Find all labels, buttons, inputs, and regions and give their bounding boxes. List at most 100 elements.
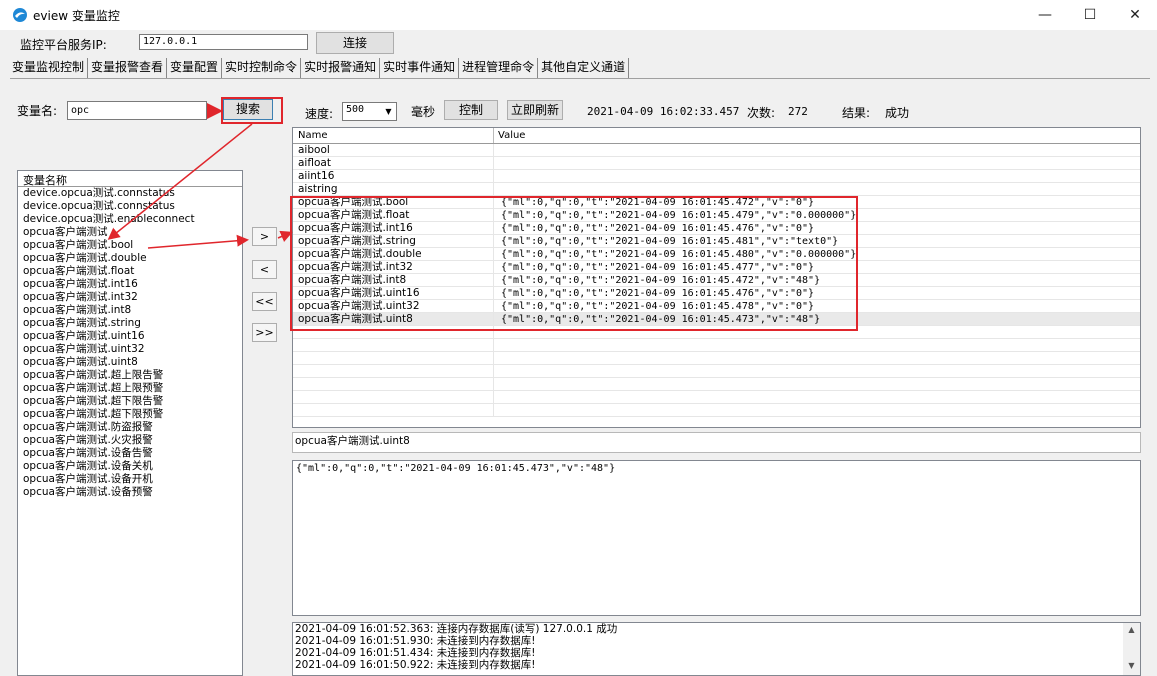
table-cell-name: aibool [298, 144, 330, 156]
tab-custom-channel[interactable]: 其他自定义通道 [538, 58, 630, 78]
remove-all-button[interactable]: << [252, 292, 277, 311]
scroll-down-icon[interactable]: ▼ [1123, 661, 1140, 670]
variable-list-item[interactable]: opcua客户端测试.超上限预警 [18, 382, 242, 395]
table-row-empty [293, 404, 1140, 417]
table-row-empty [293, 352, 1140, 365]
variable-list-item[interactable]: opcua客户端测试.设备告警 [18, 447, 242, 460]
variable-list-item[interactable]: opcua客户端测试.超下限告警 [18, 395, 242, 408]
variable-list[interactable]: 变量名称 device.opcua测试.connstatus device.opc… [17, 170, 243, 676]
variable-list-item[interactable]: opcua客户端测试.设备预警 [18, 486, 242, 499]
count-value: 272 [788, 105, 808, 118]
close-button[interactable]: ✕ [1112, 0, 1157, 30]
column-header-value[interactable]: Value [498, 128, 525, 143]
table-row[interactable]: aiint16 [293, 170, 1140, 183]
search-button[interactable]: 搜索 [223, 99, 273, 120]
variable-list-item[interactable]: opcua客户端测试.uint16 [18, 330, 242, 343]
remove-selected-button[interactable]: < [252, 260, 277, 279]
variable-list-item[interactable]: opcua客户端测试.uint8 [18, 356, 242, 369]
column-separator [493, 339, 494, 352]
variable-name-label: 变量名: [17, 104, 58, 118]
table-cell-name: aistring [298, 183, 338, 195]
column-separator [493, 144, 494, 157]
speed-label: 速度: [305, 107, 334, 121]
variable-list-item[interactable]: device.opcua测试.enableconnect [18, 213, 242, 226]
tab-variable-monitor[interactable]: 变量监视控制 [10, 58, 89, 78]
log-scrollbar[interactable]: ▲ ▼ [1123, 623, 1140, 675]
table-row[interactable]: aistring [293, 183, 1140, 196]
monitor-table-header: Name Value [293, 128, 1140, 144]
refresh-now-button[interactable]: 立即刷新 [507, 100, 563, 120]
title-bar: eview 变量监控 — ☐ ✕ [0, 0, 1157, 30]
variable-list-item[interactable]: opcua客户端测试.int32 [18, 291, 242, 304]
scroll-up-icon[interactable]: ▲ [1123, 625, 1140, 634]
server-ip-input[interactable]: 127.0.0.1 [139, 34, 308, 50]
table-row-empty [293, 391, 1140, 404]
column-separator [493, 157, 494, 170]
table-row-empty [293, 365, 1140, 378]
tab-process-command[interactable]: 进程管理命令 [459, 58, 539, 78]
variable-list-item[interactable]: opcua客户端测试.设备关机 [18, 460, 242, 473]
table-cell-name: aiint16 [298, 170, 335, 182]
column-header-name[interactable]: Name [293, 128, 494, 143]
tab-realtime-event[interactable]: 实时事件通知 [380, 58, 460, 78]
column-separator [493, 170, 494, 183]
variable-list-item[interactable]: device.opcua测试.connstatus [18, 187, 242, 200]
variable-list-item[interactable]: opcua客户端测试.string [18, 317, 242, 330]
variable-list-item[interactable]: opcua客户端测试.防盗报警 [18, 421, 242, 434]
tab-alarm-view[interactable]: 变量报警查看 [88, 58, 168, 78]
tab-realtime-alarm[interactable]: 实时报警通知 [301, 58, 381, 78]
speed-select[interactable]: 500 ▼ [342, 102, 397, 121]
result-value: 成功 [885, 106, 910, 120]
variable-list-item[interactable]: opcua客户端测试.超上限告警 [18, 369, 242, 382]
log-line: 2021-04-09 16:01:52.363: 连接内存数据库(读写) 127… [295, 623, 618, 635]
variable-list-item[interactable]: opcua客户端测试.设备开机 [18, 473, 242, 486]
variable-list-item[interactable]: opcua客户端测试.int16 [18, 278, 242, 291]
log-panel[interactable]: 2021-04-09 16:01:52.363: 连接内存数据库(读写) 127… [292, 622, 1141, 676]
search-input[interactable]: opc [67, 101, 207, 120]
variable-list-item[interactable]: opcua客户端测试.int8 [18, 304, 242, 317]
log-line: 2021-04-09 16:01:51.930: 未连接到内存数据库! [295, 635, 536, 647]
app-logo-icon [13, 8, 27, 22]
variable-list-header[interactable]: 变量名称 [18, 171, 242, 187]
server-ip-label: 监控平台服务IP: [20, 38, 107, 52]
log-lines: 2021-04-09 16:01:52.363: 连接内存数据库(读写) 127… [293, 623, 1140, 671]
minimize-button[interactable]: — [1022, 0, 1068, 30]
selected-variable-value[interactable]: {"ml":0,"q":0,"t":"2021-04-09 16:01:45.4… [292, 460, 1141, 616]
maximize-button[interactable]: ☐ [1067, 0, 1113, 30]
log-line: 2021-04-09 16:01:51.434: 未连接到内存数据库! [295, 647, 536, 659]
variable-list-rows: device.opcua测试.connstatus device.opcua测试.… [18, 187, 242, 499]
selected-variable-name[interactable]: opcua客户端测试.uint8 [292, 432, 1141, 453]
add-all-button[interactable]: >> [252, 323, 277, 342]
window-scrollbar[interactable] [1141, 79, 1157, 676]
variable-list-item[interactable]: opcua客户端测试.float [18, 265, 242, 278]
control-button[interactable]: 控制 [444, 100, 498, 120]
tab-divider [10, 78, 1150, 79]
chevron-down-icon[interactable]: ▼ [381, 103, 396, 120]
table-cell-name: aifloat [298, 157, 331, 169]
column-separator [493, 404, 494, 417]
column-separator [493, 365, 494, 378]
window-title: eview 变量监控 [33, 9, 120, 23]
milliseconds-label: 毫秒 [411, 105, 436, 119]
variable-list-header-label: 变量名称 [23, 174, 67, 187]
table-row[interactable]: aifloat [293, 157, 1140, 170]
column-separator [493, 352, 494, 365]
tab-realtime-control[interactable]: 实时控制命令 [222, 58, 302, 78]
speed-value: 500 [346, 104, 365, 115]
tab-variable-config[interactable]: 变量配置 [167, 58, 223, 78]
variable-list-item[interactable]: opcua客户端测试 [18, 226, 242, 239]
variable-list-item[interactable]: opcua客户端测试.uint32 [18, 343, 242, 356]
table-row[interactable]: aibool [293, 144, 1140, 157]
count-label: 次数: [747, 106, 776, 120]
variable-list-item[interactable]: opcua客户端测试.超下限预警 [18, 408, 242, 421]
arrow-to-table [277, 230, 293, 242]
variable-list-item[interactable]: opcua客户端测试.double [18, 252, 242, 265]
tab-strip: 变量监视控制 变量报警查看 变量配置 实时控制命令 实时报警通知 实时事件通知 … [10, 58, 630, 78]
add-selected-button[interactable]: > [252, 227, 277, 246]
column-separator [493, 378, 494, 391]
column-separator [493, 391, 494, 404]
variable-list-item[interactable]: opcua客户端测试.火灾报警 [18, 434, 242, 447]
variable-list-item[interactable]: device.opcua测试.connstatus [18, 200, 242, 213]
connect-button[interactable]: 连接 [316, 32, 394, 54]
variable-list-item[interactable]: opcua客户端测试.bool [18, 239, 242, 252]
